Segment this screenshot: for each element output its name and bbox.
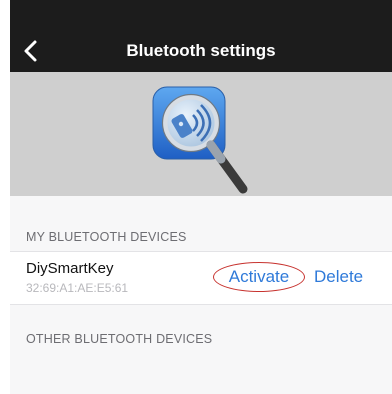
chevron-left-icon — [24, 40, 37, 62]
device-mac-address: 32:69:A1:AE:E5:61 — [26, 281, 129, 295]
bluetooth-settings-screen: Bluetooth settings MY BLUETOOTH DEVICES … — [10, 0, 392, 394]
bluetooth-search-app-icon — [152, 86, 248, 194]
page-title: Bluetooth settings — [126, 41, 276, 60]
navigation-bar: Bluetooth settings — [10, 30, 392, 72]
header-banner — [10, 72, 392, 196]
my-devices-section-header: MY BLUETOOTH DEVICES — [10, 222, 392, 244]
other-devices-header-label: OTHER BLUETOOTH DEVICES — [26, 332, 213, 346]
other-devices-section-header: OTHER BLUETOOTH DEVICES — [10, 324, 392, 346]
other-devices-list — [10, 350, 392, 394]
status-bar — [10, 0, 392, 30]
my-devices-header-label: MY BLUETOOTH DEVICES — [26, 230, 187, 244]
device-row[interactable]: DiySmartKey 32:69:A1:AE:E5:61 Activate D… — [10, 251, 392, 305]
activate-button[interactable]: Activate — [213, 262, 305, 292]
back-button[interactable] — [12, 32, 50, 70]
device-name: DiySmartKey — [26, 260, 114, 277]
delete-button[interactable]: Delete — [314, 262, 363, 292]
